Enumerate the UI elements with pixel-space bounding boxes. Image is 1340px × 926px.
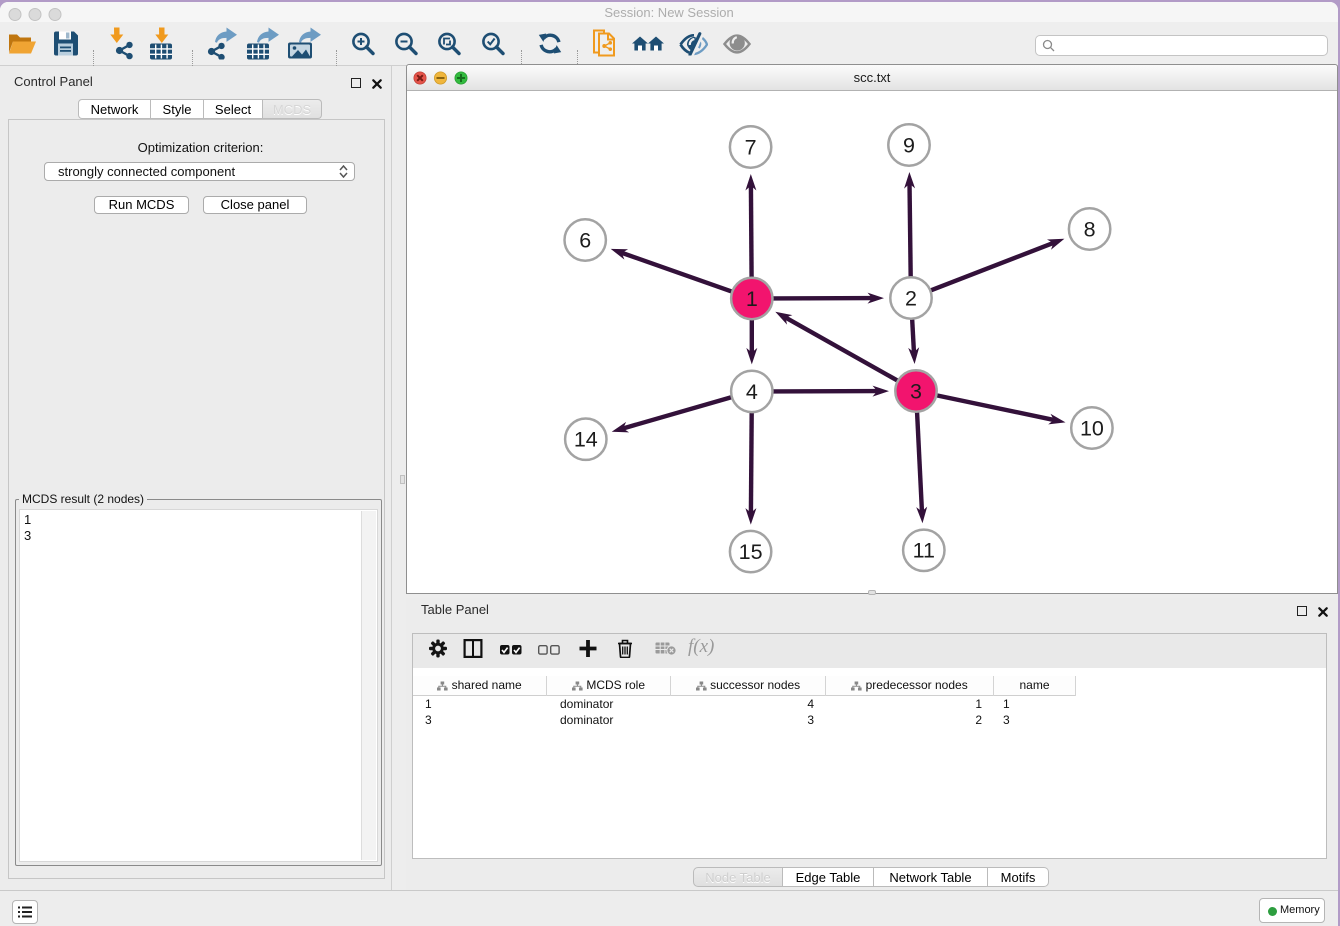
svg-text:10: 10: [1079, 416, 1103, 440]
svg-text:1: 1: [745, 286, 757, 310]
svg-text:2: 2: [905, 286, 917, 310]
svg-text:7: 7: [744, 135, 756, 159]
svg-text:9: 9: [903, 133, 915, 157]
svg-text:3: 3: [910, 379, 922, 403]
svg-text:15: 15: [738, 540, 762, 564]
svg-text:4: 4: [745, 379, 757, 403]
svg-text:6: 6: [579, 228, 591, 252]
svg-text:8: 8: [1083, 217, 1095, 241]
svg-text:11: 11: [912, 538, 934, 562]
svg-text:14: 14: [573, 427, 597, 451]
